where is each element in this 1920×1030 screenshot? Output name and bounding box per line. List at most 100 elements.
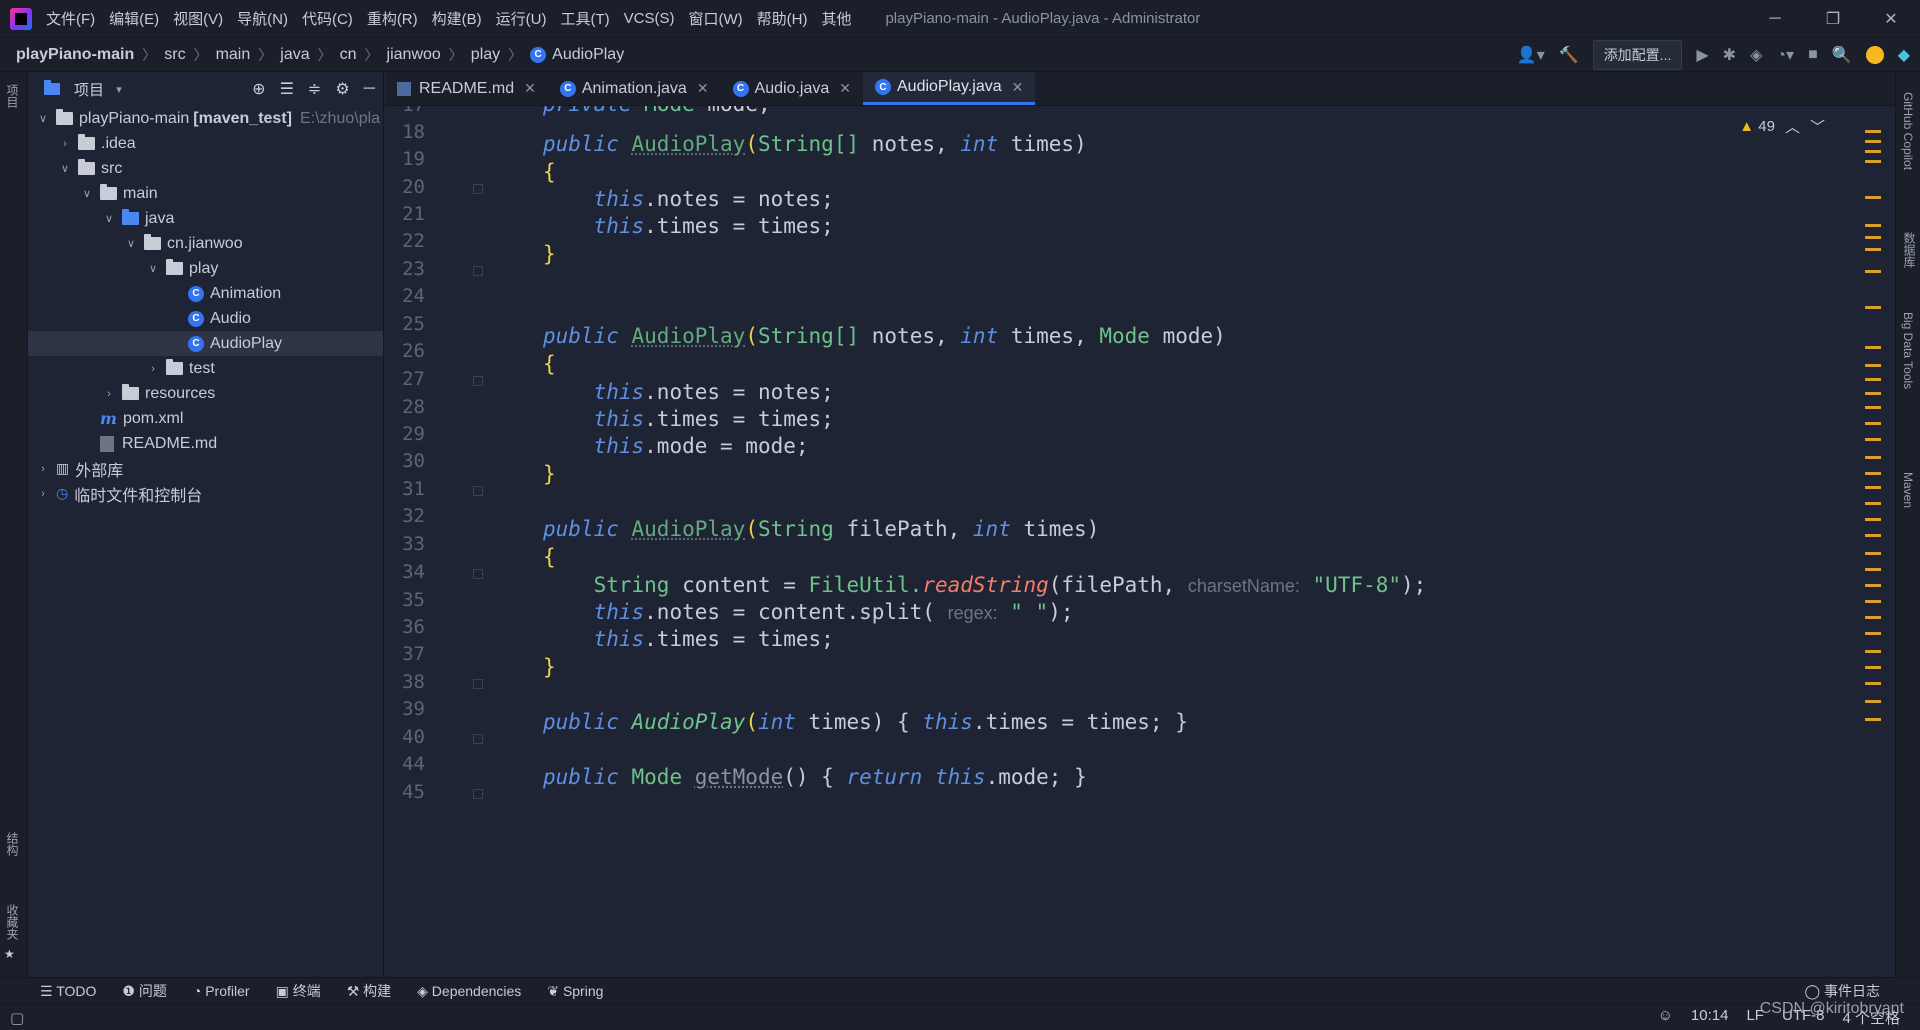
tab-audio[interactable]: C Audio.java ✕ [721,72,863,105]
tree-item[interactable]: m pom.xml [28,406,383,431]
intellij-logo-icon[interactable] [10,7,32,30]
structure-tool-tab[interactable]: 结构 [4,832,21,856]
warning-marker[interactable] [1865,718,1881,721]
warning-marker[interactable] [1865,130,1881,133]
project-tool-tab[interactable]: 项目 [4,84,21,108]
menu-vcs[interactable]: VCS(S) [624,10,675,27]
menu-other[interactable]: 其他 [821,8,851,29]
user-icon[interactable]: 👤▾ [1517,45,1545,65]
chevron-right-icon[interactable]: › [36,488,50,500]
close-icon[interactable]: ✕ [1862,0,1920,38]
run-icon[interactable]: ▶ [1696,45,1708,65]
warning-marker[interactable] [1865,160,1881,163]
profiler-tool-tab[interactable]: ◔ Profiler [193,983,250,999]
breadcrumb-main[interactable]: main [216,46,251,64]
layout-icon[interactable]: ▢ [10,1009,24,1027]
tab-audioplay[interactable]: C AudioPlay.java ✕ [863,72,1036,105]
warning-marker[interactable] [1865,616,1881,619]
warning-marker[interactable] [1865,502,1881,505]
warning-marker[interactable] [1865,568,1881,571]
warning-marker[interactable] [1865,364,1881,367]
menu-build[interactable]: 构建(B) [432,8,482,29]
event-log-tool-tab[interactable]: ◯ 事件日志 [1804,981,1880,1001]
chevron-down-icon[interactable]: ∨ [36,112,50,125]
fold-icon[interactable] [473,486,483,496]
gear-icon[interactable]: ⚙ [335,79,349,99]
fold-icon[interactable] [473,679,483,689]
fold-icon[interactable] [473,789,483,799]
search-icon[interactable]: 🔍 [1832,45,1852,65]
fold-icon[interactable] [473,734,483,744]
menu-view[interactable]: 视图(V) [173,8,223,29]
breadcrumb-src[interactable]: src [164,46,185,64]
maven-tool-tab[interactable]: Maven [1901,472,1915,508]
chevron-right-icon[interactable]: › [102,388,116,400]
dependencies-tool-tab[interactable]: ◈ Dependencies [417,983,521,1000]
tree-item[interactable]: C Animation [28,281,383,306]
chevron-down-icon[interactable]: ﹀ [1810,116,1825,137]
menu-navigate[interactable]: 导航(N) [237,8,288,29]
tab-readme[interactable]: README.md ✕ [385,72,548,105]
chevron-right-icon[interactable]: › [146,363,160,375]
close-icon[interactable]: ✕ [524,80,536,97]
tab-animation[interactable]: C Animation.java ✕ [548,72,721,105]
collapse-all-icon[interactable]: ≑ [308,79,321,99]
warning-marker[interactable] [1865,248,1881,251]
warning-marker[interactable] [1865,534,1881,537]
menu-refactor[interactable]: 重构(R) [367,8,418,29]
warning-marker[interactable] [1865,552,1881,555]
stop-icon[interactable]: ■ [1808,46,1818,64]
chevron-down-icon[interactable]: ∨ [80,187,94,200]
warning-marker[interactable] [1865,472,1881,475]
menu-run[interactable]: 运行(U) [496,8,547,29]
tree-item[interactable]: ∨ play [28,256,383,281]
problems-tool-tab[interactable]: ❶ 问题 [122,981,166,1001]
expand-all-icon[interactable]: ☰ [280,79,294,99]
chevron-right-icon[interactable]: › [36,463,50,475]
database-tool-tab[interactable]: 数据库 [1901,232,1918,268]
warning-marker[interactable] [1865,700,1881,703]
tree-item[interactable]: › ◷ 临时文件和控制台 [28,481,383,506]
chevron-down-icon[interactable]: ▾ [112,83,126,96]
tree-item[interactable]: ∨ cn.jianwoo [28,231,383,256]
debug-icon[interactable]: ✱ [1723,45,1736,65]
fold-icon[interactable] [473,266,483,276]
warning-marker[interactable] [1865,456,1881,459]
close-icon[interactable]: ✕ [697,80,709,97]
chevron-down-icon[interactable]: ∨ [58,162,72,175]
tree-item[interactable]: › resources [28,381,383,406]
tree-item[interactable]: ∨ java [28,206,383,231]
close-icon[interactable]: ✕ [1012,79,1024,96]
tree-item[interactable]: › ▥ 外部库 [28,456,383,481]
warning-marker[interactable] [1865,150,1881,153]
warning-marker[interactable] [1865,392,1881,395]
menu-file[interactable]: 文件(F) [46,8,95,29]
warning-marker[interactable] [1865,682,1881,685]
warning-marker[interactable] [1865,632,1881,635]
chevron-up-icon[interactable]: ︿ [1785,116,1800,137]
warning-marker[interactable] [1865,224,1881,227]
warning-marker[interactable] [1865,438,1881,441]
warning-marker[interactable] [1865,378,1881,381]
chevron-right-icon[interactable]: › [58,138,72,150]
chevron-down-icon[interactable]: ∨ [102,212,116,225]
warning-marker[interactable] [1865,600,1881,603]
build-tool-tab[interactable]: ⚒ 构建 [347,981,391,1001]
tree-item[interactable]: C Audio [28,306,383,331]
warning-marker[interactable] [1865,236,1881,239]
spring-tool-tab[interactable]: ❦ Spring [547,983,603,1000]
profile-icon[interactable]: ◔▾ [1776,45,1794,65]
breadcrumb-play[interactable]: play [471,46,500,64]
tree-item[interactable]: C AudioPlay [28,331,383,356]
fold-icon[interactable] [473,184,483,194]
caret-position[interactable]: 10:14 [1691,1007,1729,1028]
warning-marker[interactable] [1865,422,1881,425]
warning-marker[interactable] [1865,406,1881,409]
minimize-icon[interactable]: ─ [1746,0,1804,38]
terminal-tool-tab[interactable]: ▣ 终端 [276,981,321,1001]
coverage-icon[interactable]: ◈ [1750,45,1762,65]
menu-edit[interactable]: 编辑(E) [109,8,159,29]
github-copilot-tool-tab[interactable]: GitHub Copilot [1901,92,1915,170]
breadcrumb-audioplay[interactable]: AudioPlay [552,46,624,64]
menu-help[interactable]: 帮助(H) [757,8,808,29]
